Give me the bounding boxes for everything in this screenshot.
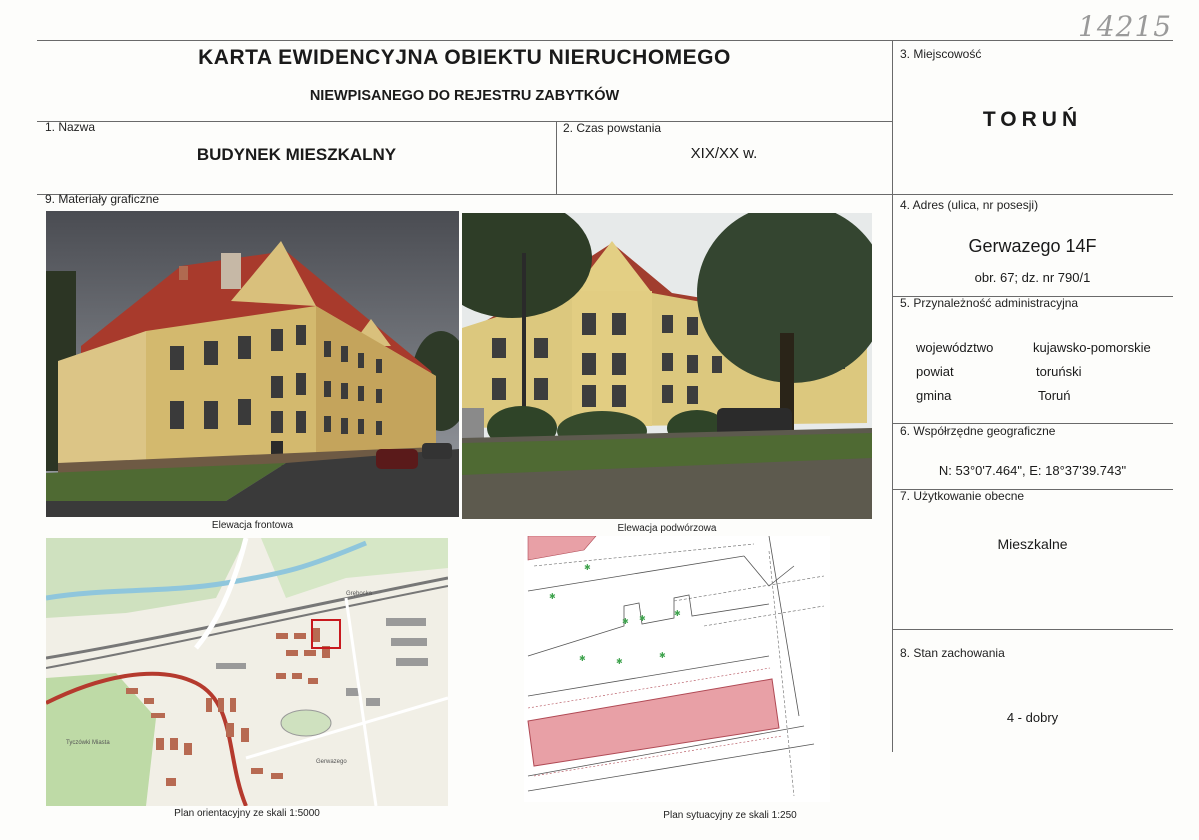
usage-value: Mieszkalne <box>997 536 1068 552</box>
coords-value: N: 53°0'7.464", E: 18°37'39.743" <box>938 463 1127 478</box>
svg-text:✱: ✱ <box>659 651 666 660</box>
front-elevation-caption: Elewacja frontowa <box>211 520 294 531</box>
name-value: BUDYNEK MIESZKALNY <box>196 145 397 164</box>
usage-label: 7. Użytkowanie obecne <box>900 489 1025 503</box>
condition-label: 8. Stan zachowania <box>900 646 1005 660</box>
svg-text:✱: ✱ <box>549 592 556 601</box>
fields-bottom-border <box>37 194 1173 195</box>
site-plan: ✱ ✱ ✱ ✱ ✱ ✱ ✱ ✱ <box>524 536 830 802</box>
map-river-label: Tyczówki Miasta <box>66 740 110 746</box>
svg-text:✱: ✱ <box>584 563 591 572</box>
svg-text:✱: ✱ <box>622 617 629 626</box>
graphics-label: 9. Materiały graficzne <box>45 192 160 206</box>
right-column-divider <box>892 40 893 752</box>
admin-label: 5. Przynależność administracyjna <box>900 296 1079 310</box>
admin-value-powiat: toruński <box>1036 364 1082 379</box>
page-subtitle: NIEWPISANEGO DO REJESTRU ZABYTKÓW <box>309 88 620 104</box>
handwritten-number: 14215 <box>1078 10 1173 43</box>
address-value: Gerwazego 14F <box>968 236 1097 256</box>
place-label: 3. Miejscowość <box>900 47 982 61</box>
name-label: 1. Nazwa <box>45 120 96 134</box>
svg-text:✱: ✱ <box>616 657 623 666</box>
page-title: KARTA EWIDENCYJNA OBIEKTU NIERUCHOMEGO <box>198 46 731 69</box>
date-value: XIX/XX w. <box>690 145 758 162</box>
top-border <box>37 40 1173 41</box>
place-value: TORUŃ <box>982 108 1083 131</box>
coords-label: 6. Współrzędne geograficzne <box>900 424 1056 438</box>
courtyard-elevation-photo <box>462 213 872 519</box>
orientation-plan-caption: Plan orientacyjny ze skali 1:5000 <box>174 808 320 819</box>
admin-key-wojewodztwo: województwo <box>916 340 994 355</box>
front-elevation-photo <box>46 211 459 517</box>
condition-value: 4 - dobry <box>1006 710 1059 725</box>
site-plan-caption: Plan sytuacyjny ze skali 1:250 <box>663 810 797 821</box>
date-label: 2. Czas powstania <box>563 121 662 135</box>
address-label: 4. Adres (ulica, nr posesji) <box>900 198 1039 212</box>
courtyard-elevation-caption: Elewacja podwórzowa <box>617 523 717 534</box>
admin-value-wojewodztwo: kujawsko-pomorskie <box>1033 340 1151 355</box>
admin-key-gmina: gmina <box>916 388 952 403</box>
address-detail: obr. 67; dz. nr 790/1 <box>974 270 1091 285</box>
header-bottom-border <box>37 121 892 122</box>
admin-value-gmina: Toruń <box>1038 388 1071 403</box>
admin-key-powiat: powiat <box>916 364 954 379</box>
map-street-mid: Gerwazego <box>316 759 347 765</box>
orientation-map: Grębocka Tyczówki Miasta Gerwazego <box>46 538 448 806</box>
svg-text:✱: ✱ <box>579 654 586 663</box>
divider-8 <box>892 629 1173 630</box>
svg-text:✱: ✱ <box>674 609 681 618</box>
svg-text:✱: ✱ <box>639 614 646 623</box>
map-street-top: Grębocka <box>346 591 373 597</box>
